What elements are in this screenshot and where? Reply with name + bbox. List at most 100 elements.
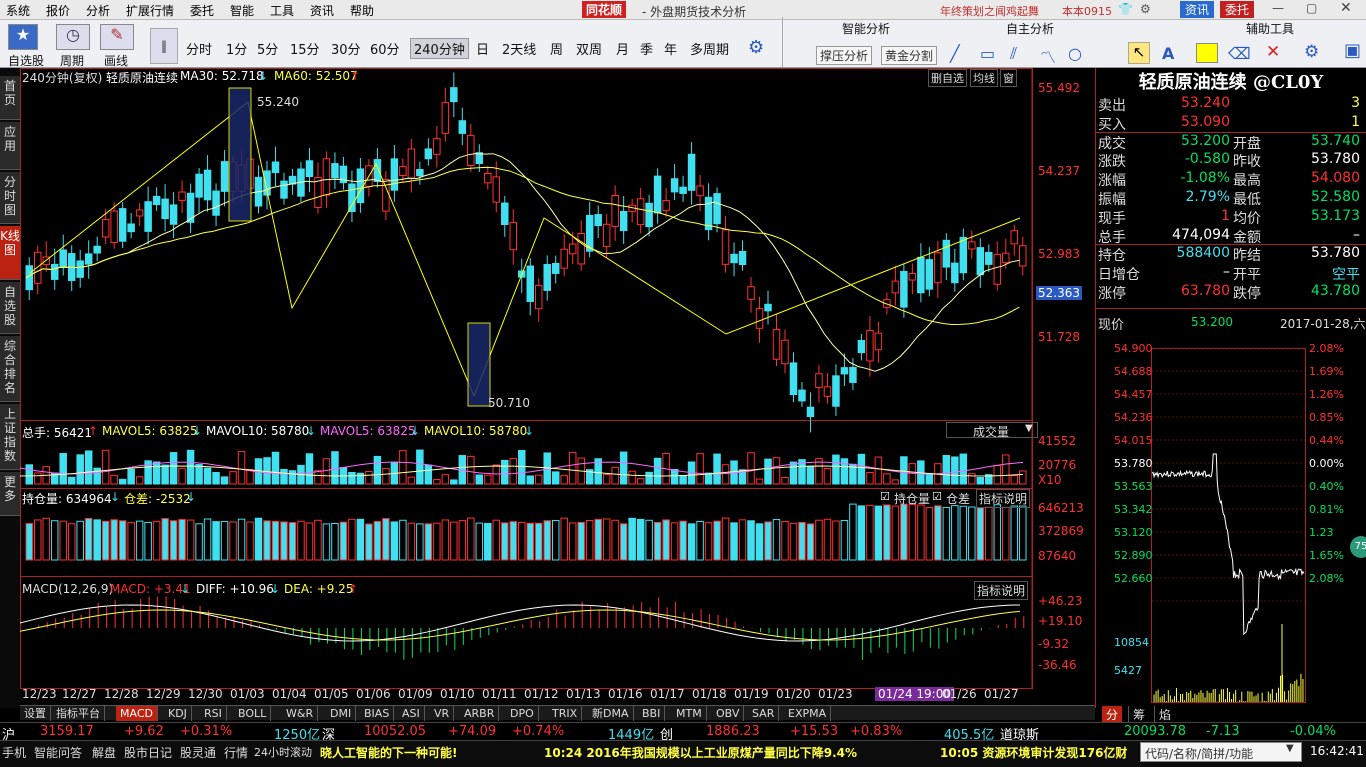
news-button[interactable]: 资讯 <box>1180 1 1215 18</box>
watchlist-label[interactable]: 自选股 <box>8 52 44 69</box>
period-tab-year[interactable]: 年 <box>664 39 677 58</box>
remove-watchlist-button[interactable]: 删自选 <box>928 69 967 87</box>
ma-toggle-button[interactable]: 均线 <box>970 69 998 87</box>
period-tab-quarter[interactable]: 季 <box>640 39 653 58</box>
period-tab-15min[interactable]: 15分 <box>290 39 320 58</box>
period-tab-1min[interactable]: 1分 <box>226 39 247 58</box>
sidebar-item-apps[interactable]: 应用 <box>0 122 20 170</box>
status-mobile[interactable]: 手机 <box>2 744 26 761</box>
period-tab-biweek[interactable]: 双周 <box>576 39 602 58</box>
status-diary[interactable]: 股市日记 <box>124 744 172 761</box>
sidebar-item-more[interactable]: 更多 <box>0 472 20 516</box>
tab-indicator-platform[interactable]: 指标平台 <box>52 706 105 721</box>
tab-sar[interactable]: SAR <box>748 706 780 721</box>
tab-dpo[interactable]: DPO <box>506 706 539 721</box>
tshirt-icon[interactable]: 👕 <box>1118 2 1133 16</box>
period-tab-240min[interactable]: 240分钟 <box>410 38 469 59</box>
toolbox-icon[interactable]: ▣ <box>1344 40 1361 61</box>
period-label[interactable]: 周期 <box>60 52 84 69</box>
sidebar-item-kline[interactable]: K线图 <box>0 226 20 280</box>
minimize-icon[interactable]: — <box>1272 1 1284 15</box>
tab-fen[interactable]: 分 <box>1102 706 1123 723</box>
tab-obv[interactable]: OBV <box>712 706 745 721</box>
tab-vr[interactable]: VR <box>430 706 455 721</box>
period-tab-fenshi[interactable]: 分时 <box>186 39 212 58</box>
kline-chart-area[interactable]: 240分钟(复权) 轻质原油连续 MA30: 52.718 ↓ MA60: 52… <box>20 68 1095 705</box>
period-tab-month[interactable]: 月 <box>616 39 629 58</box>
kline-svg[interactable] <box>20 68 1095 705</box>
search-dropdown-icon[interactable]: ▼ <box>1286 743 1294 754</box>
menu-tools[interactable]: 工具 <box>270 2 294 19</box>
window-button[interactable]: 窗 <box>1000 69 1017 87</box>
line-tool-icon[interactable]: ╱ <box>950 44 960 63</box>
search-input[interactable]: 代码/名称/简拼/功能 <box>1140 742 1302 762</box>
status-jiepan[interactable]: 解盘 <box>92 744 116 761</box>
tab-bbi[interactable]: BBI <box>638 706 666 721</box>
sidebar-item-ranking[interactable]: 综合排名 <box>0 336 20 402</box>
sidebar-item-watchlist[interactable]: 自选股 <box>0 282 20 334</box>
period-tab-week[interactable]: 周 <box>550 39 563 58</box>
channel-tool-icon[interactable]: ⫽ <box>1010 44 1017 64</box>
speed-badge[interactable]: 75 <box>1350 536 1366 558</box>
tab-bias[interactable]: BIAS <box>360 706 395 721</box>
sidebar-item-home[interactable]: 首页 <box>0 76 20 120</box>
draw-label[interactable]: 画线 <box>104 52 128 69</box>
pencil-icon[interactable]: ✎ <box>100 24 134 50</box>
menu-analysis[interactable]: 分析 <box>86 2 110 19</box>
status-24h[interactable]: 24小时滚动 <box>254 744 312 760</box>
period-tab-30min[interactable]: 30分 <box>331 39 361 58</box>
oi-help-button[interactable]: 指标说明 <box>976 489 1031 508</box>
oi-diff-checkbox-icon[interactable]: ☑ <box>932 490 942 503</box>
toolbar-collapse-icon[interactable]: ‖ <box>150 28 178 64</box>
tab-trix[interactable]: TRIX <box>548 706 583 721</box>
menu-quote[interactable]: 报价 <box>46 2 70 19</box>
period-tab-5min[interactable]: 5分 <box>257 39 278 58</box>
tab-newdma[interactable]: 新DMA <box>588 706 634 721</box>
circle-tool-icon[interactable]: ○ <box>1068 44 1082 63</box>
text-tool-icon[interactable]: A <box>1162 44 1174 63</box>
maximize-icon[interactable]: ▢ <box>1306 1 1317 15</box>
status-quote[interactable]: 行情 <box>224 744 248 761</box>
tab-chou[interactable]: 筹 <box>1128 706 1149 723</box>
wave-tool-icon[interactable]: 〽 <box>1040 44 1056 68</box>
support-resistance-button[interactable]: 撑压分析 <box>816 46 873 65</box>
star-icon[interactable]: ★ <box>8 24 38 50</box>
menu-help[interactable]: 帮助 <box>350 2 374 19</box>
tab-settings[interactable]: 设置 <box>20 706 51 721</box>
period-settings-gear-icon[interactable]: ⚙ <box>748 37 764 58</box>
eraser-icon[interactable]: ⌫ <box>1228 44 1251 63</box>
tab-yan[interactable]: 焰 <box>1154 706 1175 723</box>
rect-tool-icon[interactable]: ▭ <box>980 44 995 63</box>
golden-section-button[interactable]: 黄金分割 <box>881 46 938 65</box>
menu-system[interactable]: 系统 <box>6 2 30 19</box>
period-tab-2day[interactable]: 2天线 <box>502 39 536 58</box>
sidebar-item-timeshare[interactable]: 分时图 <box>0 172 20 224</box>
close-icon[interactable]: ✕ <box>1340 0 1352 16</box>
dropdown-chevron-icon[interactable]: ▼ <box>1025 423 1033 434</box>
tab-kdj[interactable]: KDJ <box>164 706 192 721</box>
cursor-tool-icon[interactable]: ↖ <box>1128 42 1150 64</box>
status-qa[interactable]: 智能问答 <box>34 744 82 761</box>
tab-macd[interactable]: MACD <box>116 706 158 721</box>
oi-diff-checkbox-label[interactable]: 仓差 <box>946 490 970 507</box>
menu-extended[interactable]: 扩展行情 <box>126 2 174 19</box>
delete-drawing-icon[interactable]: ✕ <box>1266 42 1280 62</box>
sidebar-item-shindex[interactable]: 上证指数 <box>0 404 20 470</box>
news-ticker-1[interactable]: 晓人工智能的下一种可能! <box>320 744 457 761</box>
macd-help-button[interactable]: 指标说明 <box>974 581 1029 600</box>
oi-checkbox-icon[interactable]: ☑ <box>880 490 890 503</box>
tab-rsi[interactable]: RSI <box>200 706 227 721</box>
oi-checkbox-label[interactable]: 持仓量 <box>894 490 930 507</box>
clock-icon[interactable]: ◷ <box>56 24 90 50</box>
news-ticker-2[interactable]: 10:24 2016年我国规模以上工业原煤产量同比下降9.4% <box>544 744 857 761</box>
status-gulingtong[interactable]: 股灵通 <box>180 744 216 761</box>
settings-gear-icon[interactable]: ⚙ <box>1140 2 1151 16</box>
tab-boll[interactable]: BOLL <box>234 706 272 721</box>
tab-arbr[interactable]: ARBR <box>460 706 500 721</box>
order-button[interactable]: 委托 <box>1220 1 1255 18</box>
tab-mtm[interactable]: MTM <box>672 706 707 721</box>
period-tab-day[interactable]: 日 <box>476 39 489 58</box>
color-picker-icon[interactable] <box>1196 43 1218 63</box>
draw-settings-gear-icon[interactable]: ⚙ <box>1304 42 1319 62</box>
tab-asi[interactable]: ASI <box>398 706 425 721</box>
